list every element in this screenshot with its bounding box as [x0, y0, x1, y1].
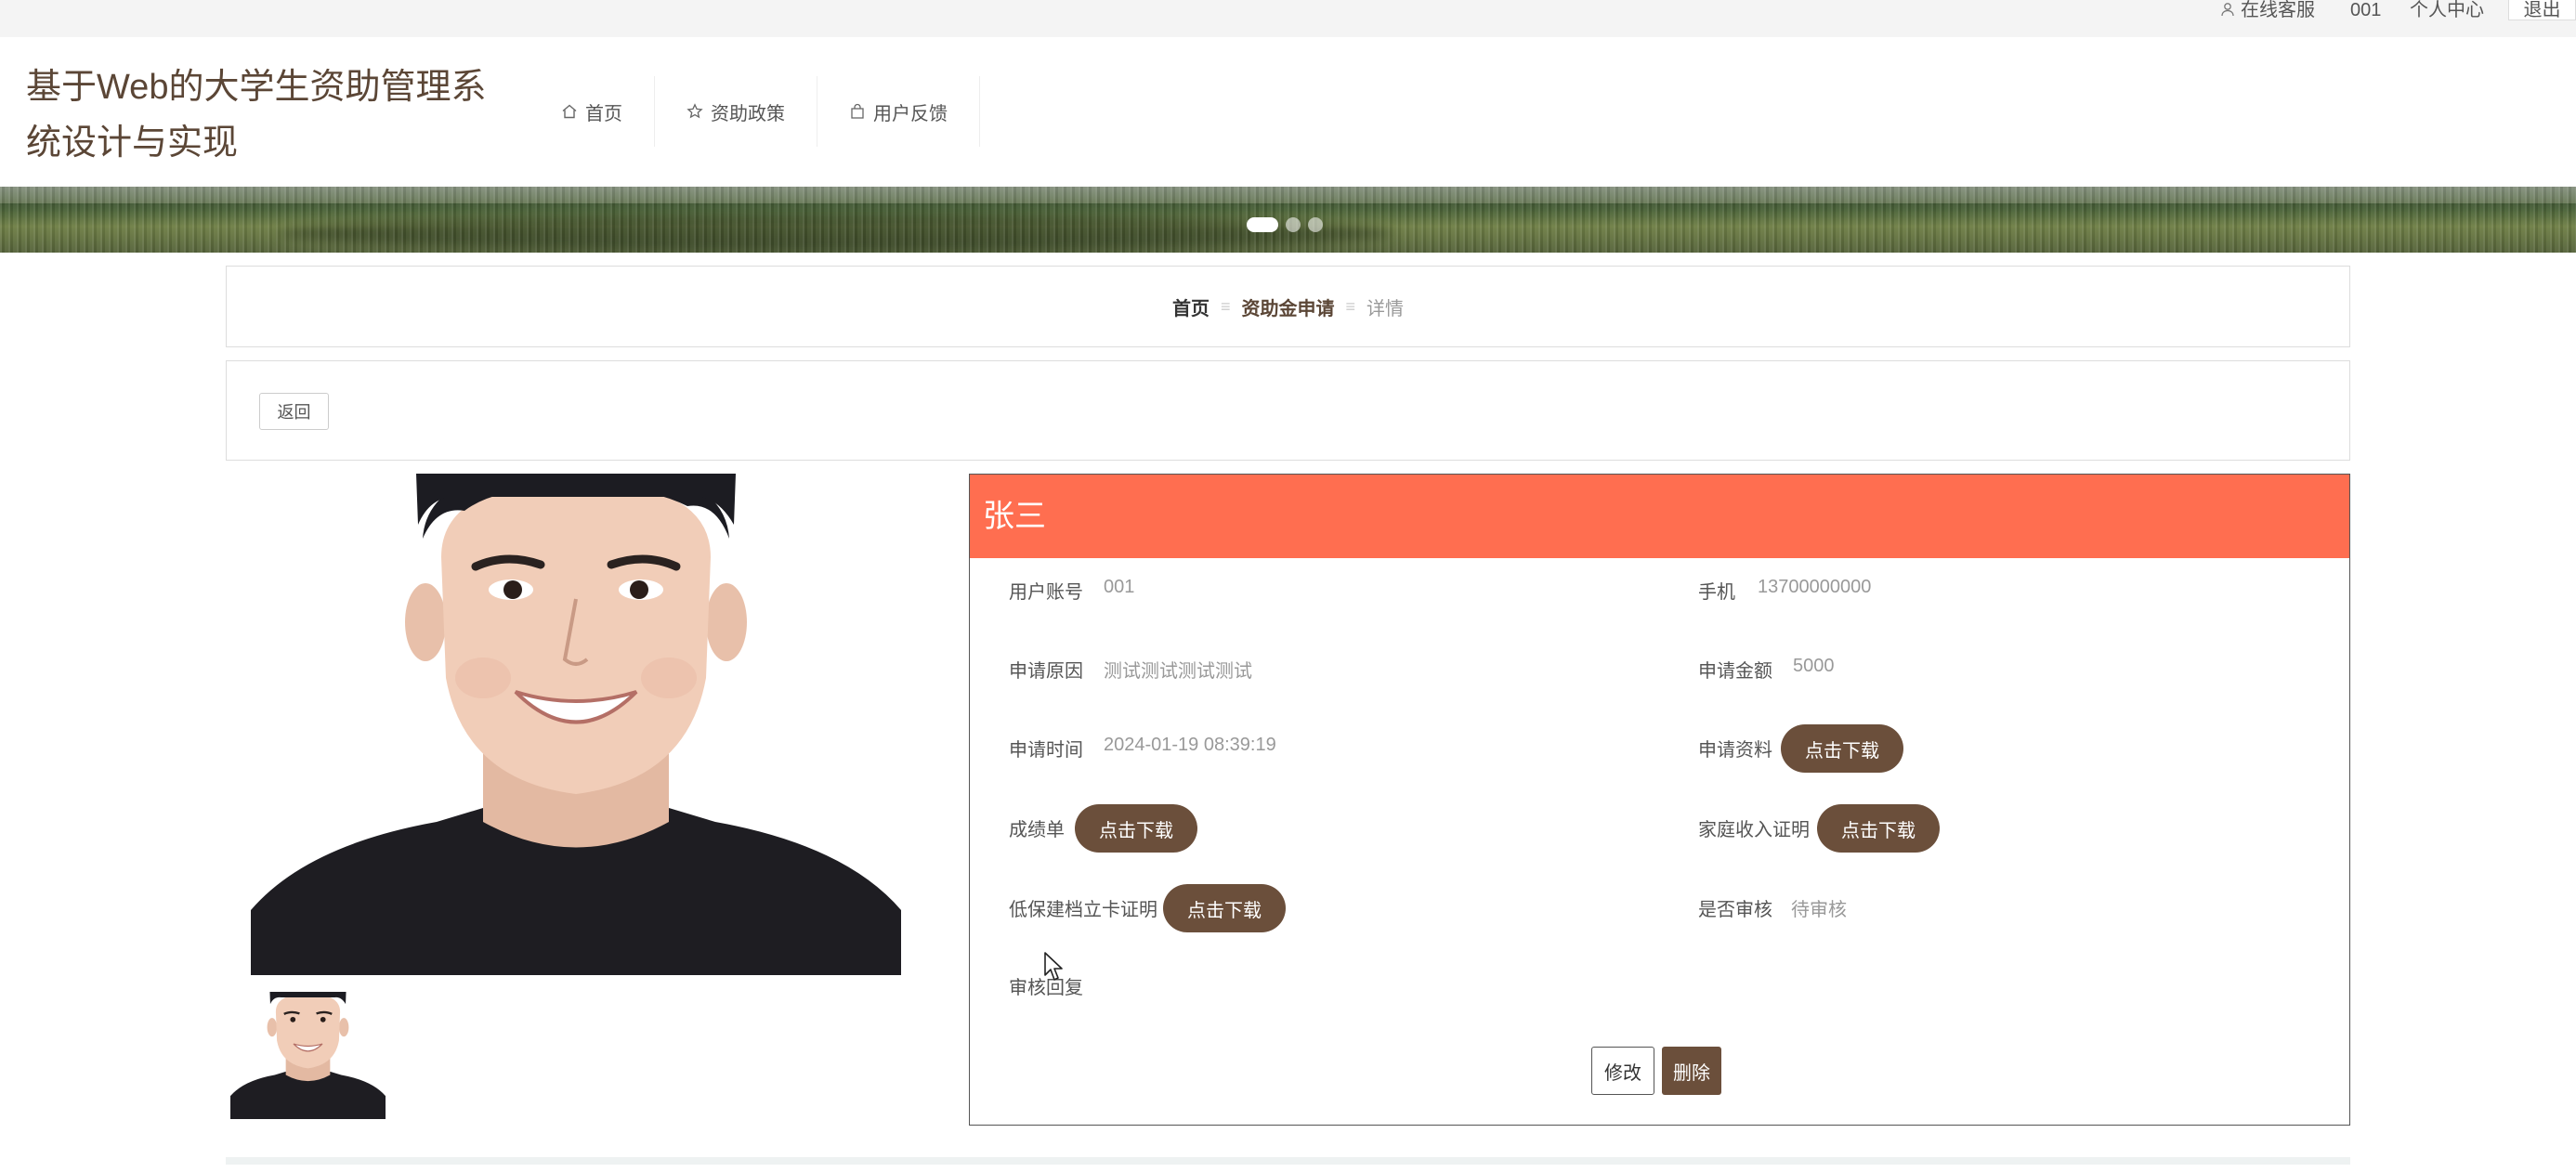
carousel-dot[interactable] — [1247, 217, 1278, 232]
photo-thumbnail[interactable] — [230, 992, 386, 1119]
personal-center-link[interactable]: 个人中心 — [2410, 0, 2484, 20]
review-status-label: 是否审核 — [1698, 900, 1772, 920]
transcript-label: 成绩单 — [1009, 820, 1065, 840]
user-icon — [2221, 3, 2234, 17]
site-title: 基于Web的大学生资助管理系统设计与实现 — [26, 68, 487, 163]
income-download-button[interactable]: 点击下载 — [1817, 804, 1940, 853]
reason-value: 测试测试测试测试 — [1104, 661, 1252, 682]
delete-button[interactable]: 删除 — [1662, 1047, 1721, 1095]
home-icon — [562, 104, 577, 119]
nav-item-policy-label: 资助政策 — [711, 103, 785, 124]
time-value: 2024-01-19 08:39:19 — [1104, 735, 1276, 755]
nav-item-feedback-label: 用户反馈 — [873, 103, 948, 124]
footer-divider — [226, 1157, 2350, 1165]
detail-panel: 张三 用户账号 001 手机 13700000000 申请原因 测试测试测试测试… — [969, 474, 2350, 1126]
nav-item-home-label: 首页 — [585, 103, 622, 124]
lowincome-label: 低保建档立卡证明 — [1009, 900, 1157, 920]
edit-button[interactable]: 修改 — [1591, 1047, 1654, 1095]
nav-item-feedback[interactable]: 用户反馈 — [817, 76, 980, 147]
transcript-download-button[interactable]: 点击下载 — [1075, 804, 1197, 853]
logout-button[interactable]: 退出 — [2508, 0, 2576, 20]
breadcrumb: 首页 ≡ 资助金申请 ≡ 详情 — [226, 266, 2350, 347]
carousel-dot[interactable] — [1308, 217, 1323, 232]
breadcrumb-section[interactable]: 资助金申请 — [1242, 293, 1335, 320]
online-service-link[interactable]: 在线客服 — [2220, 0, 2315, 20]
portrait-image — [251, 474, 901, 975]
breadcrumb-current: 详情 — [1366, 298, 1405, 319]
site-header: 基于Web的大学生资助管理系统设计与实现 首页 资助政策 用户反馈 — [0, 37, 2576, 186]
carousel-dot[interactable] — [1286, 217, 1301, 232]
income-label: 家庭收入证明 — [1698, 820, 1810, 840]
top-utility-bar: 在线客服 001 个人中心 退出 — [0, 0, 2576, 37]
account-label: 用户账号 — [1009, 582, 1083, 603]
amount-value: 5000 — [1793, 656, 1835, 676]
reason-label: 申请原因 — [1009, 661, 1083, 682]
action-bar: 返回 — [226, 360, 2350, 461]
review-status-value: 待审核 — [1791, 900, 1847, 920]
breadcrumb-home[interactable]: 首页 — [1172, 293, 1210, 320]
time-label: 申请时间 — [1009, 740, 1083, 761]
phone-label: 手机 — [1698, 582, 1735, 603]
lowincome-download-button[interactable]: 点击下载 — [1163, 884, 1286, 932]
amount-label: 申请金额 — [1698, 661, 1772, 682]
bag-icon — [851, 103, 864, 119]
portrait-thumbnail-image — [230, 992, 386, 1119]
carousel-indicators — [1247, 217, 1323, 232]
material-label: 申请资料 — [1698, 740, 1772, 761]
phone-value: 13700000000 — [1758, 577, 1872, 597]
applicant-name: 张三 — [970, 475, 2349, 558]
nav-item-home[interactable]: 首页 — [530, 76, 655, 147]
nav-item-policy[interactable]: 资助政策 — [655, 76, 817, 147]
back-button[interactable]: 返回 — [259, 393, 329, 430]
current-user-link[interactable]: 001 — [2350, 0, 2381, 20]
breadcrumb-separator: ≡ — [1220, 296, 1231, 316]
material-download-button[interactable]: 点击下载 — [1781, 724, 1903, 773]
star-icon — [686, 103, 703, 119]
breadcrumb-separator: ≡ — [1345, 296, 1356, 316]
main-nav: 首页 资助政策 用户反馈 — [530, 76, 980, 147]
mouse-cursor-icon — [1044, 952, 1063, 981]
applicant-photo — [251, 474, 901, 975]
account-value: 001 — [1104, 577, 1135, 597]
online-service-label: 在线客服 — [2241, 0, 2315, 20]
